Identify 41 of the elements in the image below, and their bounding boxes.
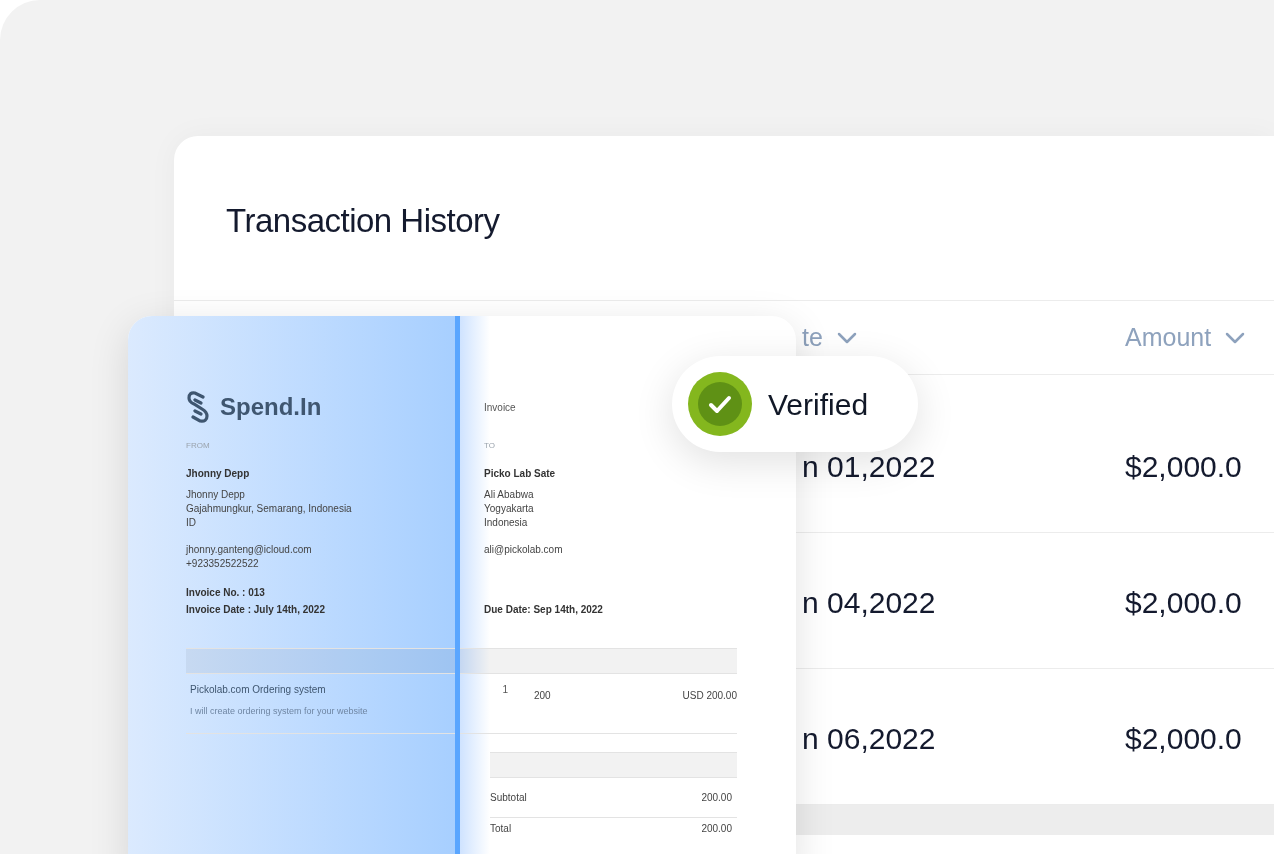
chevron-down-icon xyxy=(1225,331,1246,344)
verified-label: Verified xyxy=(768,386,869,423)
contact-line: ali@pickolab.com xyxy=(484,543,564,557)
column-header: Amount xyxy=(1125,321,1212,353)
address-line: Jhonny Depp xyxy=(186,488,246,502)
address-line: Ali Ababwa xyxy=(484,488,535,502)
date-cell-text: n 06,2022 xyxy=(802,721,937,757)
date-cell-text: n 04,2022 xyxy=(802,585,937,621)
invoice-detail: Invoice No. : 013 xyxy=(186,586,266,600)
contact-line: +923352522522 xyxy=(186,557,260,571)
summary-value: 200.00 xyxy=(701,790,732,805)
summary-label: Total xyxy=(490,822,512,836)
section-heading: FROM xyxy=(186,440,211,452)
item-description: Pickolab.com Ordering system xyxy=(190,683,327,697)
contact-line: jhonny.ganteng@icloud.com xyxy=(186,543,313,557)
invoice-detail: Due Date: Sep 14th, 2022 xyxy=(484,603,604,617)
brand-name: Spend.In xyxy=(220,392,322,422)
item-rate: 200 xyxy=(534,690,551,701)
amount-cell-text: $2,000.0 xyxy=(1125,449,1243,485)
panel-title: Transaction History xyxy=(226,201,500,241)
check-circle-icon xyxy=(688,372,752,436)
item-note: I will create ordering system for your website xyxy=(190,705,369,718)
amount-cell-text: $2,000.0 xyxy=(1125,585,1243,621)
summary-value: 200.00 xyxy=(701,822,732,836)
section-heading: TO xyxy=(484,440,496,452)
item-amount: USD 200.00 xyxy=(682,690,737,701)
party-name: Picko Lab Sate xyxy=(484,467,557,481)
party-name: Jhonny Depp xyxy=(186,467,251,481)
address-line: Gajahmungkur, Semarang, Indonesia xyxy=(186,502,353,516)
address-line: Yogyakarta xyxy=(484,502,535,516)
invoice-detail: Invoice Date : July 14th, 2022 xyxy=(186,603,326,617)
summary-label: Subtotal xyxy=(490,790,527,805)
column-header: te xyxy=(802,321,823,353)
item-quantity: 1 xyxy=(501,683,509,697)
amount-cell-text: $2,000.0 xyxy=(1125,721,1243,757)
address-line: ID xyxy=(186,516,197,530)
paperclip-logo-icon xyxy=(186,391,210,423)
document-label: Invoice xyxy=(484,400,516,415)
date-cell-text: n 01,2022 xyxy=(802,449,937,485)
chevron-down-icon xyxy=(836,331,857,344)
address-line: Indonesia xyxy=(484,516,529,530)
